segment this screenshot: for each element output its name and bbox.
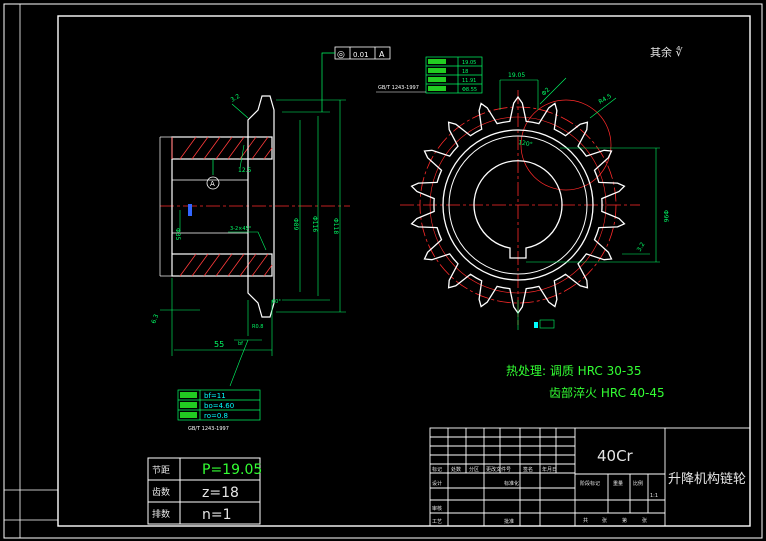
- tb-stage-mark: 阶段标记: [580, 480, 600, 487]
- left-table-value-2: bo=4.60: [204, 402, 234, 410]
- tb-label-date: 年月日: [542, 466, 557, 473]
- tb-sheet-current: 第: [622, 517, 627, 524]
- cad-drawing-canvas: 其余 ∜ ◎ 0.01 A 19.05 18 11.91 Φ8.55 GB/T …: [3, 3, 763, 539]
- left-table-value-3: ro=0.8: [204, 412, 228, 420]
- tb-sheet-total: 共: [583, 517, 588, 524]
- datum-a-label: A: [210, 180, 215, 188]
- datum-a-marker: A: [206, 159, 220, 190]
- tb-sheet-total-unit: 张: [602, 517, 607, 524]
- tb-label-count: 处数: [451, 466, 461, 473]
- param-value-pitch: P=19.05: [202, 462, 262, 478]
- dim-diameter-118: Φ118: [332, 218, 339, 234]
- param-label-teeth: 齿数: [152, 486, 170, 498]
- tb-label-standard: 标准化: [504, 480, 519, 487]
- tb-label-design: 设计: [432, 480, 442, 487]
- tb-label-review: 审核: [432, 505, 442, 512]
- tb-label-sign: 签名: [523, 466, 533, 473]
- tb-label-mark: 标记: [432, 466, 442, 473]
- tb-label-process: 工艺: [432, 519, 442, 525]
- tb-stage-scale: 比例: [633, 480, 643, 487]
- tb-scale-value: 1:1: [650, 493, 658, 499]
- top-table-value-4: Φ8.55: [462, 87, 477, 93]
- chamfer-note: 3-2×45°: [230, 226, 252, 232]
- tb-label-change-doc: 更改文件号: [486, 466, 511, 473]
- title-block-material: 40Cr: [597, 447, 634, 465]
- geometric-tolerance-frame: ◎ 0.01 A: [321, 46, 391, 112]
- dim-diameter-front: Φ96: [662, 210, 669, 223]
- dim-angle-side: 60°: [272, 299, 281, 305]
- standard-ref-bottom: GB/T 1243-1997: [188, 426, 229, 432]
- dim-diameter-116: Φ116: [311, 216, 318, 232]
- top-table-value-2: 18: [462, 69, 468, 75]
- surface-finish-note: 其余 ∜: [650, 45, 683, 59]
- roughness-1: 3.2: [230, 93, 242, 104]
- dim-bore: Φ35: [174, 228, 181, 241]
- top-table-value-3: 11.91: [462, 78, 476, 84]
- param-value-rows: n=1: [202, 507, 232, 523]
- heat-treatment-line-1: 热处理: 调质 HRC 30-35: [506, 364, 642, 378]
- roughness-3: 6.3: [150, 313, 160, 325]
- tolerance-value: 0.01: [353, 51, 369, 59]
- section-hatch-lower: [171, 253, 273, 277]
- dim-bf: bf: [238, 341, 243, 347]
- dim-radius-front: R4.5: [598, 93, 614, 106]
- heat-treatment-line-2: 齿部淬火 HRC 40-45: [549, 385, 665, 400]
- sprocket-section-view: A 55 Φ89 Φ116 Φ118 Φ35 3.2 12.5 6.3 R0.8…: [150, 93, 350, 356]
- dim-small-front: Φ2: [540, 86, 551, 97]
- parameters-table-rows: 节距 P=19.05 齿数 z=18 排数 n=1: [152, 462, 262, 523]
- standard-ref-top: GB/T 1243-1997: [378, 85, 419, 91]
- section-hatch-upper: [171, 136, 273, 160]
- param-label-pitch: 节距: [152, 465, 170, 476]
- tolerance-datum: A: [379, 50, 385, 59]
- title-block-part-name: 升降机构链轮: [668, 472, 746, 487]
- sprocket-front-view: 19.05 Φ96 R4.5 120° Φ2 3.2: [400, 72, 669, 330]
- param-value-teeth: z=18: [202, 485, 239, 501]
- dim-r08: R0.8: [252, 324, 263, 330]
- top-table-value-1: 19.05: [462, 60, 476, 66]
- tolerance-symbol: ◎: [337, 50, 345, 60]
- dim-diameter-89: Φ89: [292, 218, 299, 231]
- tb-stage-weight: 重量: [613, 480, 623, 487]
- dim-angle-front: 120°: [518, 139, 533, 148]
- roughness-front: 3.2: [636, 241, 647, 253]
- tb-sheet-current-unit: 张: [642, 517, 647, 524]
- sprocket-flange-outline: [159, 95, 275, 318]
- left-table-value-1: bf=11: [204, 392, 226, 400]
- param-label-rows: 排数: [152, 508, 170, 520]
- dim-pitch-front: 19.05: [508, 72, 525, 79]
- title-block-labels: 标记 处数 分区 更改文件号 签名 年月日 设计 标准化 审核 工艺 批准 阶段…: [432, 466, 658, 525]
- dim-overall-length: 55: [214, 340, 224, 349]
- roughness-2: 12.5: [238, 167, 252, 174]
- tb-label-approve: 批准: [504, 518, 514, 525]
- tb-label-zone: 分区: [469, 466, 479, 473]
